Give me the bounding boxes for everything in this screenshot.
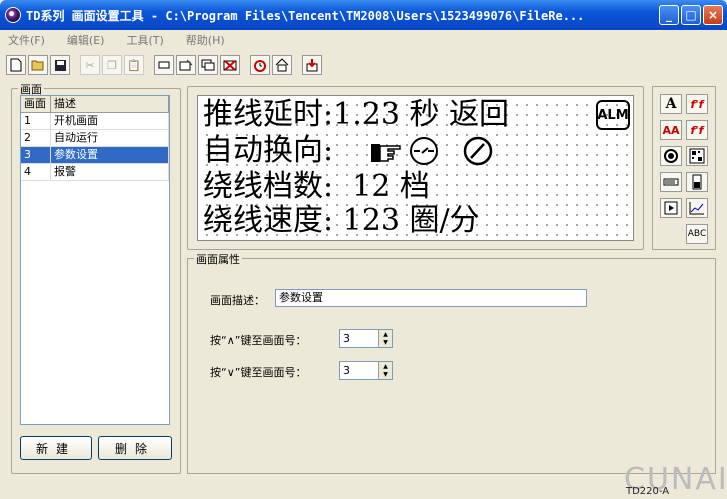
properties-title: 画面属性 xyxy=(194,251,242,267)
number-format-2-icon[interactable]: f'f xyxy=(686,120,708,140)
screen-list-header: 画面 描述 xyxy=(21,96,169,113)
rect-icon[interactable] xyxy=(154,55,174,75)
table-row[interactable]: 4 报警 xyxy=(21,164,169,181)
screen-list[interactable]: 画面 描述 1 开机画面 2 自动运行 3 参数设置 4 报警 xyxy=(20,95,170,425)
play-button-icon[interactable] xyxy=(660,198,682,218)
col-header-screen[interactable]: 画面 xyxy=(21,96,51,112)
save-icon[interactable] xyxy=(50,55,70,75)
new-file-icon[interactable] xyxy=(6,55,26,75)
table-row-selected[interactable]: 3 参数设置 xyxy=(21,147,169,164)
text-size-icon[interactable]: AA xyxy=(660,120,682,140)
down-key-value[interactable]: 3 xyxy=(340,362,378,379)
up-key-label: 按“∧”键至画面号： xyxy=(210,334,307,347)
desc-label: 画面描述： xyxy=(210,294,265,307)
close-button[interactable]: × xyxy=(703,5,723,25)
new-screen-button[interactable]: 新建 xyxy=(20,436,92,460)
pointing-hand-icon[interactable] xyxy=(370,140,404,164)
text-tool-icon[interactable]: A xyxy=(660,94,682,114)
minimize-button[interactable]: _ xyxy=(659,5,679,25)
spin-down-icon[interactable]: ▼ xyxy=(379,370,392,379)
title-bar[interactable]: TD系列 画面设置工具 - C:\Program Files\Tencent\T… xyxy=(0,0,727,30)
row-desc: 报警 xyxy=(51,164,169,180)
up-key-value[interactable]: 3 xyxy=(340,330,378,347)
toolbar: ✂ ❐ 📋 xyxy=(6,52,324,78)
down-key-screen-spinner[interactable]: 3 ▲ ▼ xyxy=(339,361,393,380)
copy-screen-icon[interactable] xyxy=(198,55,218,75)
up-key-screen-spinner[interactable]: 3 ▲ ▼ xyxy=(339,329,393,348)
menu-tools[interactable]: 工具(T) xyxy=(126,32,163,48)
home-icon[interactable] xyxy=(272,55,292,75)
menu-bar: 文件(F) 编辑(E) 工具(T) 帮助(H) xyxy=(0,30,727,50)
lcd-line-2[interactable]: 自动换向: xyxy=(203,134,333,168)
menu-help[interactable]: 帮助(H) xyxy=(186,32,225,48)
row-num: 1 xyxy=(21,113,51,129)
window-title: TD系列 画面设置工具 - C:\Program Files\Tencent\T… xyxy=(26,8,585,23)
maximize-button[interactable]: □ xyxy=(681,5,701,25)
row-desc: 参数设置 xyxy=(51,147,169,163)
direction-switch-icon[interactable] xyxy=(408,136,440,166)
row-num: 3 xyxy=(21,147,51,163)
delete-screen-icon[interactable] xyxy=(220,55,240,75)
gauge-icon[interactable] xyxy=(462,136,494,166)
row-num: 4 xyxy=(21,164,51,180)
copy-icon[interactable]: ❐ xyxy=(102,55,122,75)
edit-screen-icon[interactable] xyxy=(176,55,196,75)
alm-icon[interactable]: ALM xyxy=(596,100,630,130)
table-row[interactable]: 1 开机画面 xyxy=(21,113,169,130)
spin-up-icon[interactable]: ▲ xyxy=(379,330,392,339)
trend-chart-icon[interactable] xyxy=(686,198,708,218)
app-icon[interactable] xyxy=(5,7,21,23)
col-header-desc[interactable]: 描述 xyxy=(51,96,169,112)
row-desc: 开机画面 xyxy=(51,113,169,129)
alm-label: ALM xyxy=(597,107,629,123)
menu-edit[interactable]: 编辑(E) xyxy=(67,32,105,48)
cut-icon[interactable]: ✂ xyxy=(80,55,100,75)
spin-down-icon[interactable]: ▼ xyxy=(379,338,392,347)
lcd-line-1[interactable]: 推线延时:1.23 秒 返回 xyxy=(203,98,509,132)
delete-screen-button[interactable]: 删除 xyxy=(98,436,172,460)
spin-up-icon[interactable]: ▲ xyxy=(379,362,392,371)
screen-desc-input[interactable]: 参数设置 xyxy=(275,289,587,307)
down-key-label: 按“∨”键至画面号： xyxy=(210,366,307,379)
level-meter-icon[interactable] xyxy=(686,172,708,192)
alarm-clock-icon[interactable] xyxy=(250,55,270,75)
download-icon[interactable] xyxy=(302,55,322,75)
menu-file[interactable]: 文件(F) xyxy=(8,32,45,48)
row-num: 2 xyxy=(21,130,51,146)
ascii-text-icon[interactable]: ABC xyxy=(686,224,708,244)
model-status: TD220-A xyxy=(626,486,670,497)
row-desc: 自动运行 xyxy=(51,130,169,146)
table-row[interactable]: 2 自动运行 xyxy=(21,130,169,147)
number-format-icon[interactable]: f'f xyxy=(686,94,708,114)
open-folder-icon[interactable] xyxy=(28,55,48,75)
lcd-preview[interactable]: 推线延时:1.23 秒 返回 ALM 自动换向: 绕线档数: 12 档 绕线速度… xyxy=(197,95,634,241)
lamp-icon[interactable] xyxy=(660,146,682,166)
lcd-line-4[interactable]: 绕线速度: 123 圈/分 xyxy=(203,204,480,238)
lcd-line-3[interactable]: 绕线档数: 12 档 xyxy=(203,170,430,204)
paste-icon[interactable]: 📋 xyxy=(124,55,144,75)
bitmap-icon[interactable] xyxy=(686,146,708,166)
tool-palette: A f'f AA f'f ABC xyxy=(652,86,716,250)
bar-display-icon[interactable] xyxy=(660,172,682,192)
